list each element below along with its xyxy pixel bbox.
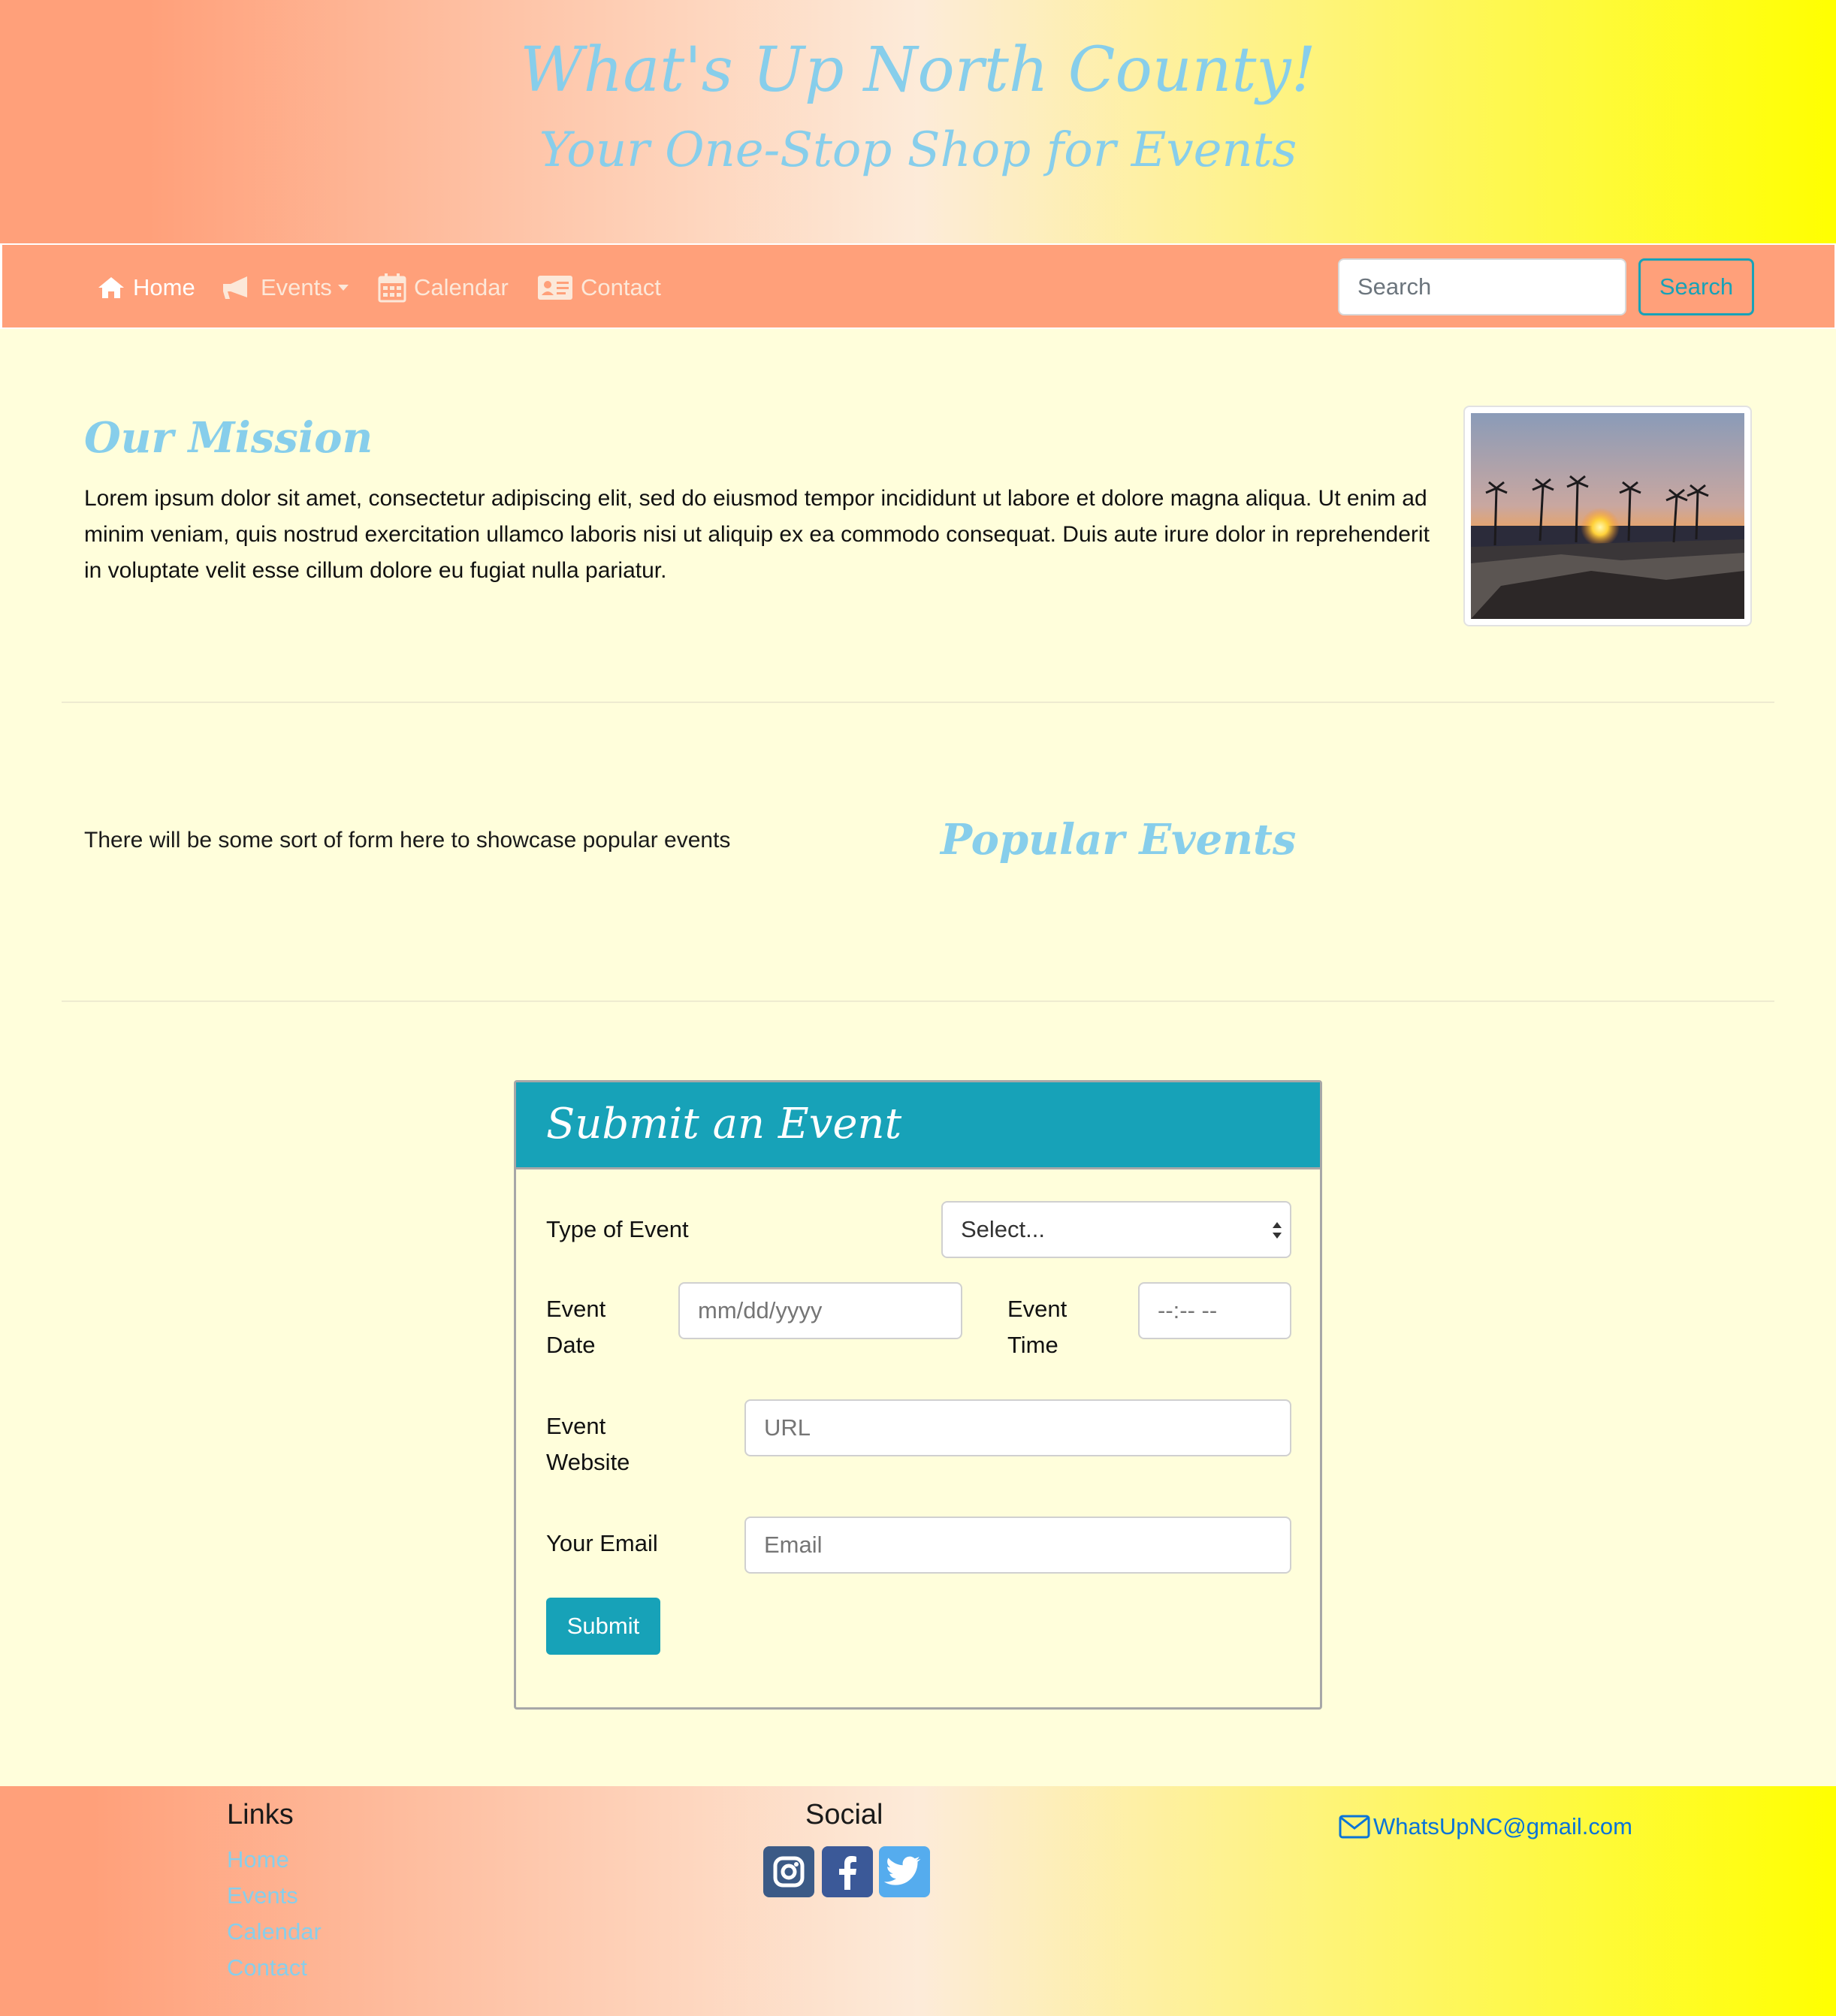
card-header: Submit an Event (516, 1082, 1320, 1169)
event-time-label-line2: Time (1007, 1332, 1058, 1358)
event-date-label-line1: Event (546, 1296, 606, 1322)
sunset-photo (1463, 406, 1752, 626)
facebook-icon[interactable] (822, 1846, 873, 1897)
nav-events-dropdown[interactable]: Events (222, 270, 349, 305)
submit-button[interactable]: Submit (546, 1598, 660, 1655)
footer-link-contact[interactable]: Contact (227, 1950, 307, 1986)
your-email-field[interactable] (744, 1517, 1291, 1574)
mission-text: Lorem ipsum dolor sit amet, consectetur … (84, 486, 1430, 583)
site-subtitle: Your One-Stop Shop for Events (539, 122, 1297, 178)
nav-contact[interactable]: Contact (537, 270, 661, 305)
sunset-image (1471, 413, 1744, 619)
event-website-field[interactable] (744, 1399, 1291, 1456)
your-email-label: Your Email (546, 1530, 658, 1556)
search-button[interactable]: Search (1638, 258, 1754, 315)
event-type-select[interactable]: Select... (941, 1201, 1291, 1258)
select-arrows-icon (1273, 1222, 1282, 1239)
nav-contact-label: Contact (581, 274, 661, 300)
nav-calendar-label: Calendar (414, 274, 509, 300)
event-date-label-line2: Date (546, 1332, 596, 1358)
calendar-icon (378, 273, 406, 303)
event-type-value: Select... (961, 1216, 1045, 1242)
footer-email-link[interactable]: WhatsUpNC@gmail.com (1339, 1809, 1632, 1845)
divider (62, 702, 1774, 703)
event-date-field[interactable] (678, 1282, 962, 1339)
chevron-down-icon (337, 285, 349, 291)
footer-link-home[interactable]: Home (227, 1842, 289, 1878)
footer-link-events[interactable]: Events (227, 1878, 298, 1914)
event-time-field[interactable] (1138, 1282, 1291, 1339)
event-type-label: Type of Event (546, 1216, 689, 1242)
event-website-label-line1: Event (546, 1413, 606, 1439)
popular-events-heading: Popular Events (941, 815, 1297, 865)
site-header: What's Up North County! Your One-Stop Sh… (0, 0, 1836, 243)
instagram-icon[interactable] (763, 1846, 814, 1897)
submit-event-card: Submit an Event Type of Event Select... … (514, 1080, 1322, 1710)
card-title: Submit an Event (546, 1100, 902, 1148)
navbar: Home Events Calendar Contact Search (0, 243, 1836, 329)
event-website-label-line2: Website (546, 1449, 630, 1475)
nav-home-label: Home (133, 274, 195, 300)
footer-links-heading: Links (227, 1799, 294, 1830)
nav-calendar[interactable]: Calendar (378, 270, 509, 305)
footer-email-text: WhatsUpNC@gmail.com (1373, 1813, 1632, 1839)
site-title: What's Up North County! (520, 35, 1316, 106)
nav-events-label: Events (261, 274, 332, 300)
site-footer: Links Home Events Calendar Contact Socia… (0, 1786, 1836, 2016)
search-input[interactable] (1338, 258, 1626, 315)
divider (62, 1000, 1774, 1002)
megaphone-icon (223, 276, 247, 299)
footer-social-heading: Social (805, 1799, 883, 1830)
home-icon (98, 277, 124, 298)
twitter-icon[interactable] (879, 1846, 930, 1897)
mission-heading: Our Mission (84, 413, 373, 463)
event-time-label-line1: Event (1007, 1296, 1067, 1322)
footer-link-calendar[interactable]: Calendar (227, 1914, 322, 1950)
popular-events-placeholder: There will be some sort of form here to … (84, 828, 731, 853)
nav-home[interactable]: Home (97, 270, 195, 305)
envelope-icon (1339, 1815, 1370, 1839)
contact-card-icon (538, 276, 572, 300)
